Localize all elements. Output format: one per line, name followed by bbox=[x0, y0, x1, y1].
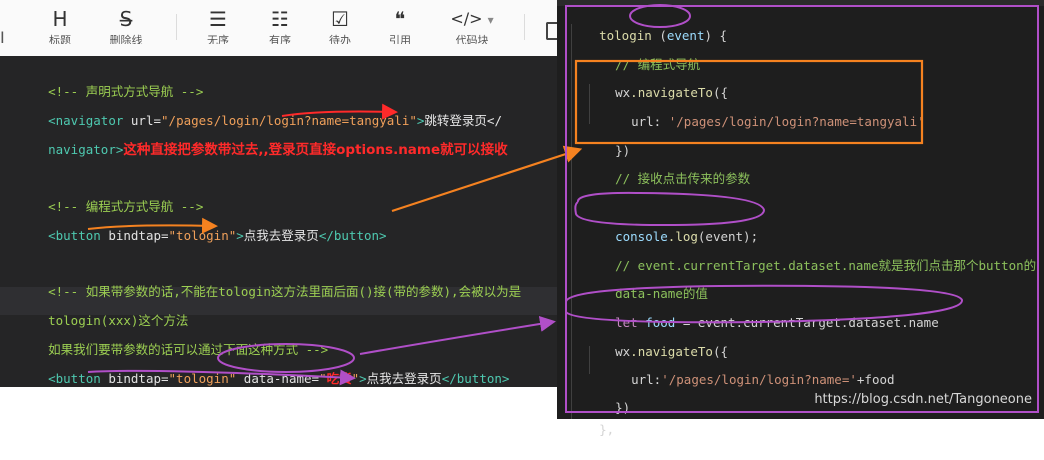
editor-toolbar: I H 标题 S̶ 删除线 ☰ 无序 ☷ 有序 ☑ 待办 ❝ 引用 </> ▾ … bbox=[0, 0, 560, 57]
ordered-list-caption: 有序 bbox=[269, 34, 291, 44]
code-line: <!-- 如果带参数的话,不能在tologin这方法里面后面()接(带的参数),… bbox=[48, 284, 522, 299]
code-line: <button bindtap="tologin">点我去登录页</button… bbox=[48, 228, 387, 243]
unordered-list-caption: 无序 bbox=[207, 34, 229, 44]
indent-guide bbox=[571, 24, 572, 419]
red-annotation-note: 这种直接把参数带过去,,登录页直接options.name就可以接收 bbox=[123, 142, 508, 158]
code-line: // 接收点击传来的参数 bbox=[615, 171, 751, 186]
italic-icon[interactable]: I bbox=[0, 28, 5, 47]
js-code-panel: tologin (event) { // 编程式导航 wx.navigateTo… bbox=[557, 0, 1044, 437]
code-icon: </> bbox=[450, 9, 483, 28]
code-line: data-name的值 bbox=[615, 286, 708, 301]
checklist-icon: ☑ bbox=[331, 7, 349, 31]
code-line: 如果我们要带参数的话可以通过下面这种方式 --> bbox=[48, 342, 329, 357]
code-line: <!-- 编程式方式导航 --> bbox=[48, 199, 204, 214]
code-line: tologin(xxx)这个方法 bbox=[48, 313, 189, 328]
code-line: wx.navigateTo({ bbox=[615, 85, 729, 100]
code-line: navigator>这种直接把参数带过去,,登录页直接options.name就… bbox=[48, 142, 508, 158]
code-block-caption: 代码块 bbox=[455, 34, 489, 44]
unordered-list-button[interactable]: ☰ 无序 bbox=[192, 4, 244, 54]
code-line: // event.currentTarget.dataset.name就是我们点… bbox=[615, 258, 1037, 273]
chevron-down-icon: ▾ bbox=[487, 13, 494, 27]
todo-list-caption: 待办 bbox=[329, 34, 351, 44]
code-line: url: '/pages/login/login?name=tangyali' bbox=[631, 114, 925, 129]
watermark-url: https://blog.csdn.net/Tangoneone bbox=[814, 392, 1032, 407]
wxml-code-panel: <!-- 声明式方式导航 --> <navigator url="/pages/… bbox=[0, 56, 558, 387]
code-line: <!-- 声明式方式导航 --> bbox=[48, 84, 204, 99]
quote-icon: ❝ bbox=[394, 7, 406, 31]
code-line: <navigator url="/pages/login/login?name=… bbox=[48, 113, 502, 128]
code-block-button[interactable]: </> ▾ 代码块 bbox=[440, 4, 504, 54]
toolbar-divider bbox=[176, 14, 177, 40]
code-line: wx.navigateTo({ bbox=[615, 344, 729, 359]
strikethrough-caption: 删除线 bbox=[109, 34, 143, 44]
code-line: url:'/pages/login/login?name='+food bbox=[631, 372, 895, 387]
todo-list-button[interactable]: ☑ 待办 bbox=[314, 4, 366, 54]
heading-icon: H bbox=[52, 7, 68, 31]
ordered-list-icon: ☷ bbox=[271, 7, 289, 31]
code-line: // 编程式导航 bbox=[615, 57, 701, 72]
heading-button[interactable]: H 标题 bbox=[34, 4, 86, 54]
code-line: }) bbox=[615, 143, 631, 158]
toolbar-divider bbox=[524, 14, 525, 40]
strikethrough-button[interactable]: S̶ 删除线 bbox=[100, 4, 152, 54]
heading-caption: 标题 bbox=[49, 34, 71, 44]
code-line: tologin (event) { bbox=[599, 28, 728, 43]
code-line: <button bindtap="tologin" data-name="吃货"… bbox=[48, 371, 510, 386]
strikethrough-icon: S̶ bbox=[119, 7, 133, 31]
code-line: }, bbox=[599, 422, 615, 437]
quote-button[interactable]: ❝ 引用 bbox=[374, 4, 426, 54]
code-line: console.log(event); bbox=[615, 229, 759, 244]
code-line: let food = event.currentTarget.dataset.n… bbox=[615, 315, 939, 330]
ordered-list-button[interactable]: ☷ 有序 bbox=[254, 4, 306, 54]
code-line: }) bbox=[615, 400, 631, 415]
quote-caption: 引用 bbox=[389, 34, 411, 44]
unordered-list-icon: ☰ bbox=[209, 7, 227, 31]
